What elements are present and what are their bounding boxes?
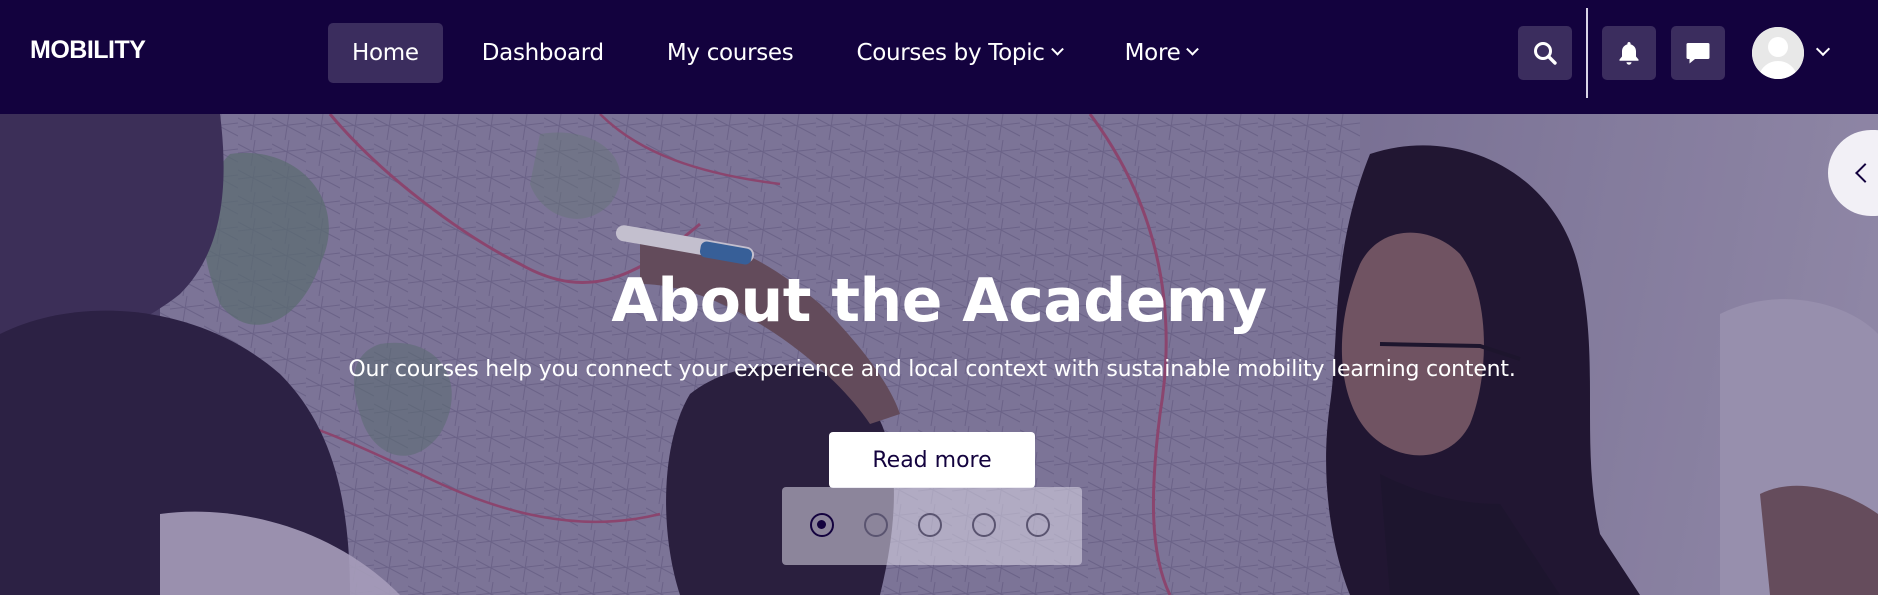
hero-title: About the Academy: [611, 266, 1267, 336]
avatar-icon: [1752, 27, 1804, 79]
navbar-divider: [1586, 8, 1588, 98]
nav-item-label: Home: [352, 40, 419, 66]
carousel-indicator[interactable]: [1026, 513, 1050, 537]
nav-item-my-courses[interactable]: My courses: [643, 23, 818, 83]
carousel-indicator[interactable]: [864, 513, 888, 537]
hero-carousel: About the Academy Our courses help you c…: [0, 114, 1878, 595]
chat-icon: [1686, 43, 1710, 64]
notifications-button[interactable]: [1602, 26, 1656, 80]
search-icon: [1534, 42, 1557, 65]
nav-item-home[interactable]: Home: [328, 23, 443, 83]
chevron-left-icon: [1855, 163, 1875, 183]
primary-navigation: Home Dashboard My courses Courses by Top…: [328, 23, 1236, 83]
search-button[interactable]: [1518, 26, 1572, 80]
messages-button[interactable]: [1671, 26, 1725, 80]
top-navbar: MOBILITY Home Dashboard My courses Cours…: [0, 0, 1878, 114]
chevron-down-icon[interactable]: [1815, 41, 1831, 57]
carousel-indicators: [782, 487, 1082, 565]
read-more-button[interactable]: Read more: [829, 432, 1035, 488]
carousel-indicator[interactable]: [972, 513, 996, 537]
carousel-indicator[interactable]: [918, 513, 942, 537]
nav-item-label: More: [1124, 40, 1181, 66]
chevron-down-icon: [1186, 42, 1200, 56]
nav-item-label: Courses by Topic: [856, 40, 1045, 66]
hero-subtitle: Our courses help you connect your experi…: [348, 357, 1516, 382]
brand-logo[interactable]: MOBILITY: [30, 36, 146, 65]
nav-item-label: Dashboard: [481, 40, 604, 66]
nav-item-dashboard[interactable]: Dashboard: [458, 23, 628, 83]
nav-item-courses-by-topic[interactable]: Courses by Topic: [832, 23, 1085, 83]
bell-icon: [1619, 42, 1639, 65]
nav-item-more[interactable]: More: [1101, 23, 1222, 83]
user-avatar[interactable]: [1752, 27, 1804, 79]
nav-item-label: My courses: [666, 40, 794, 66]
chevron-down-icon: [1050, 42, 1064, 56]
carousel-indicator[interactable]: [810, 513, 834, 537]
